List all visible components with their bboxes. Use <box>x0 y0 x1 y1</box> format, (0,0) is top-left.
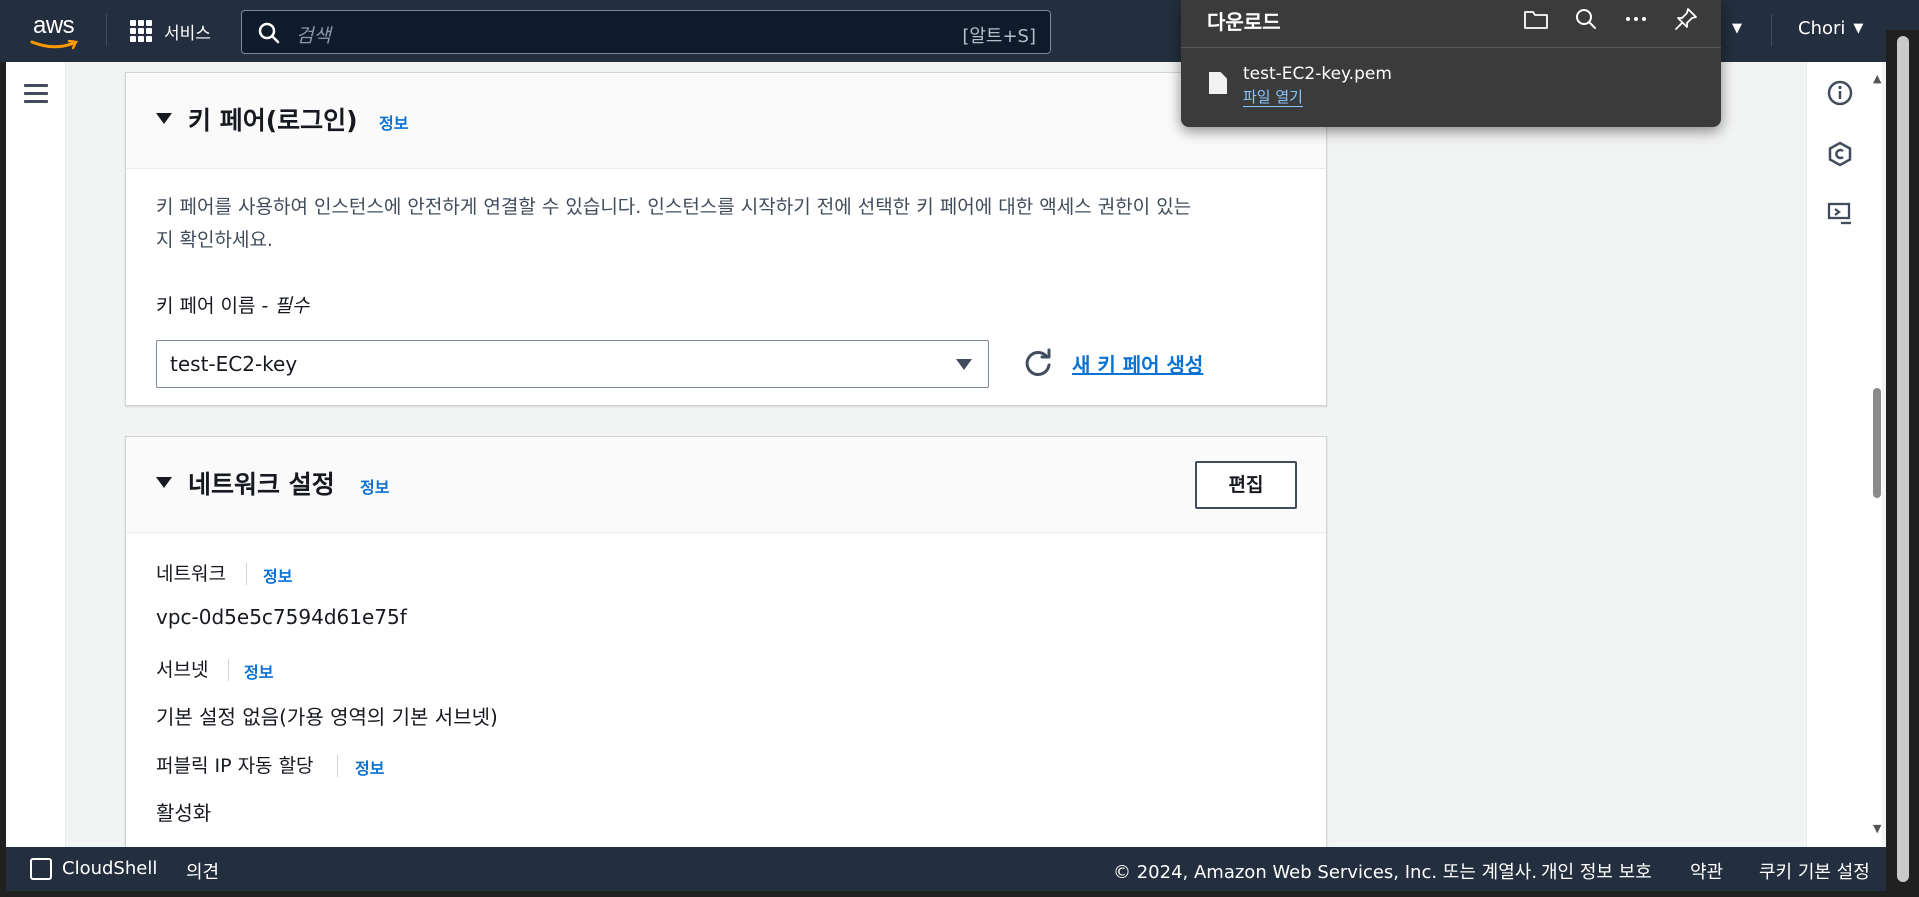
pin-icon[interactable] <box>1673 6 1699 32</box>
key-pair-description: 키 페어를 사용하여 인스턴스에 안전하게 연결할 수 있습니다. 인스턴스를 … <box>156 196 1192 251</box>
network-settings-panel: 네트워크 설정 정보 편집 네트워크 정보 vpc-0d5e5c7594d61e… <box>125 436 1327 856</box>
aws-logo[interactable]: aws <box>30 12 80 50</box>
collapse-triangle-icon[interactable] <box>156 477 172 488</box>
privacy-link[interactable]: 개인 정보 보호 <box>1541 858 1652 884</box>
services-menu-button[interactable]: 서비스 <box>130 16 211 46</box>
network-info-link[interactable]: 정보 <box>263 563 292 587</box>
info-icon[interactable] <box>1827 80 1853 106</box>
key-pair-header[interactable]: 키 페어(로그인) 정보 <box>126 73 1326 169</box>
window-scrollbar-thumb[interactable] <box>1897 36 1909 882</box>
search-shortcut: [알트+S] <box>962 26 1036 47</box>
chevron-down-icon: ▼ <box>1732 21 1742 36</box>
feedback-link[interactable]: 의견 <box>186 858 219 884</box>
cloudshell-button[interactable]: CloudShell <box>62 858 157 879</box>
subnet-value: 기본 설정 없음(가용 영역의 기본 서브넷) <box>156 705 498 729</box>
scroll-up-icon[interactable]: ▲ <box>1873 72 1881 85</box>
window-edge <box>0 891 1919 897</box>
search-placeholder: 검색 <box>296 25 331 47</box>
aws-smile-icon <box>30 40 78 50</box>
network-settings-title: 네트워크 설정 <box>188 470 335 499</box>
footer: CloudShell 의견 © 2024, Amazon Web Service… <box>6 847 1886 891</box>
key-pair-title: 키 페어(로그인) <box>188 106 358 135</box>
search-icon <box>258 22 280 44</box>
public-ip-label: 퍼블릭 IP 자동 할당 <box>156 755 314 777</box>
menu-icon[interactable] <box>24 84 48 104</box>
network-settings-info-link[interactable]: 정보 <box>360 474 389 498</box>
terms-link[interactable]: 약관 <box>1690 858 1723 884</box>
key-pair-panel: 키 페어(로그인) 정보 키 페어를 사용하여 인스턴스에 안전하게 연결할 수… <box>125 72 1327 406</box>
more-icon[interactable] <box>1623 6 1649 32</box>
downloads-header: 다운로드 <box>1181 0 1721 48</box>
cloudshell-icon[interactable] <box>30 858 52 880</box>
network-settings-header[interactable]: 네트워크 설정 정보 편집 <box>126 437 1326 533</box>
edit-button[interactable]: 편집 <box>1195 461 1297 509</box>
search-input[interactable]: 검색 [알트+S] <box>241 10 1051 54</box>
public-ip-value: 활성화 <box>156 801 212 825</box>
services-grid-icon <box>130 20 152 42</box>
user-menu-button[interactable]: Chori ▼ <box>1798 18 1863 39</box>
cookie-preferences-link[interactable]: 쿠키 기본 설정 <box>1759 858 1870 884</box>
download-file-name[interactable]: test-EC2-key.pem <box>1243 64 1392 84</box>
services-label: 서비스 <box>164 23 211 44</box>
key-pair-selected-value: test-EC2-key <box>170 352 298 376</box>
file-icon <box>1209 72 1227 94</box>
side-navigation-rail <box>6 62 66 847</box>
chevron-down-icon: ▼ <box>1853 21 1864 36</box>
key-pair-field-label: 키 페어 이름 - 필수 <box>156 295 310 317</box>
tools-rail <box>1806 62 1870 847</box>
nav-divider <box>106 14 107 46</box>
downloads-panel: 다운로드 test-EC2-key.pem 파일 열기 <box>1181 0 1721 127</box>
scrollbar-thumb[interactable] <box>1873 388 1881 498</box>
label-separator <box>246 563 247 585</box>
downloads-toolbar <box>1523 6 1699 32</box>
search-icon[interactable] <box>1573 6 1599 32</box>
scroll-down-icon[interactable]: ▼ <box>1873 822 1881 835</box>
downloads-title: 다운로드 <box>1207 10 1281 34</box>
key-pair-info-link[interactable]: 정보 <box>379 110 408 134</box>
create-key-pair-link[interactable]: 새 키 페어 생성 <box>1072 349 1203 378</box>
public-ip-info-link[interactable]: 정보 <box>355 755 384 779</box>
nav-divider <box>1771 14 1772 46</box>
required-label: 필수 <box>274 295 310 317</box>
network-label: 네트워크 <box>156 563 226 585</box>
aws-logo-text: aws <box>33 12 75 39</box>
subnet-info-link[interactable]: 정보 <box>244 659 273 683</box>
label-separator <box>337 755 338 777</box>
folder-icon[interactable] <box>1523 6 1549 32</box>
dropdown-arrow-icon <box>956 359 972 370</box>
copyright-text: © 2024, Amazon Web Services, Inc. 또는 계열사… <box>1113 862 1538 883</box>
label-separator <box>228 659 229 681</box>
refresh-icon[interactable] <box>1023 348 1053 378</box>
collapse-triangle-icon[interactable] <box>156 113 172 124</box>
hexagon-badge-icon[interactable] <box>1827 141 1853 167</box>
network-value: vpc-0d5e5c7594d61e75f <box>156 605 407 629</box>
subnet-label: 서브넷 <box>156 659 209 681</box>
open-file-link[interactable]: 파일 열기 <box>1243 88 1303 107</box>
key-pair-select[interactable]: test-EC2-key <box>156 340 989 388</box>
user-name: Chori <box>1798 18 1846 39</box>
screen-share-icon[interactable] <box>1827 201 1853 227</box>
region-caret-button[interactable]: ▼ <box>1724 18 1742 39</box>
